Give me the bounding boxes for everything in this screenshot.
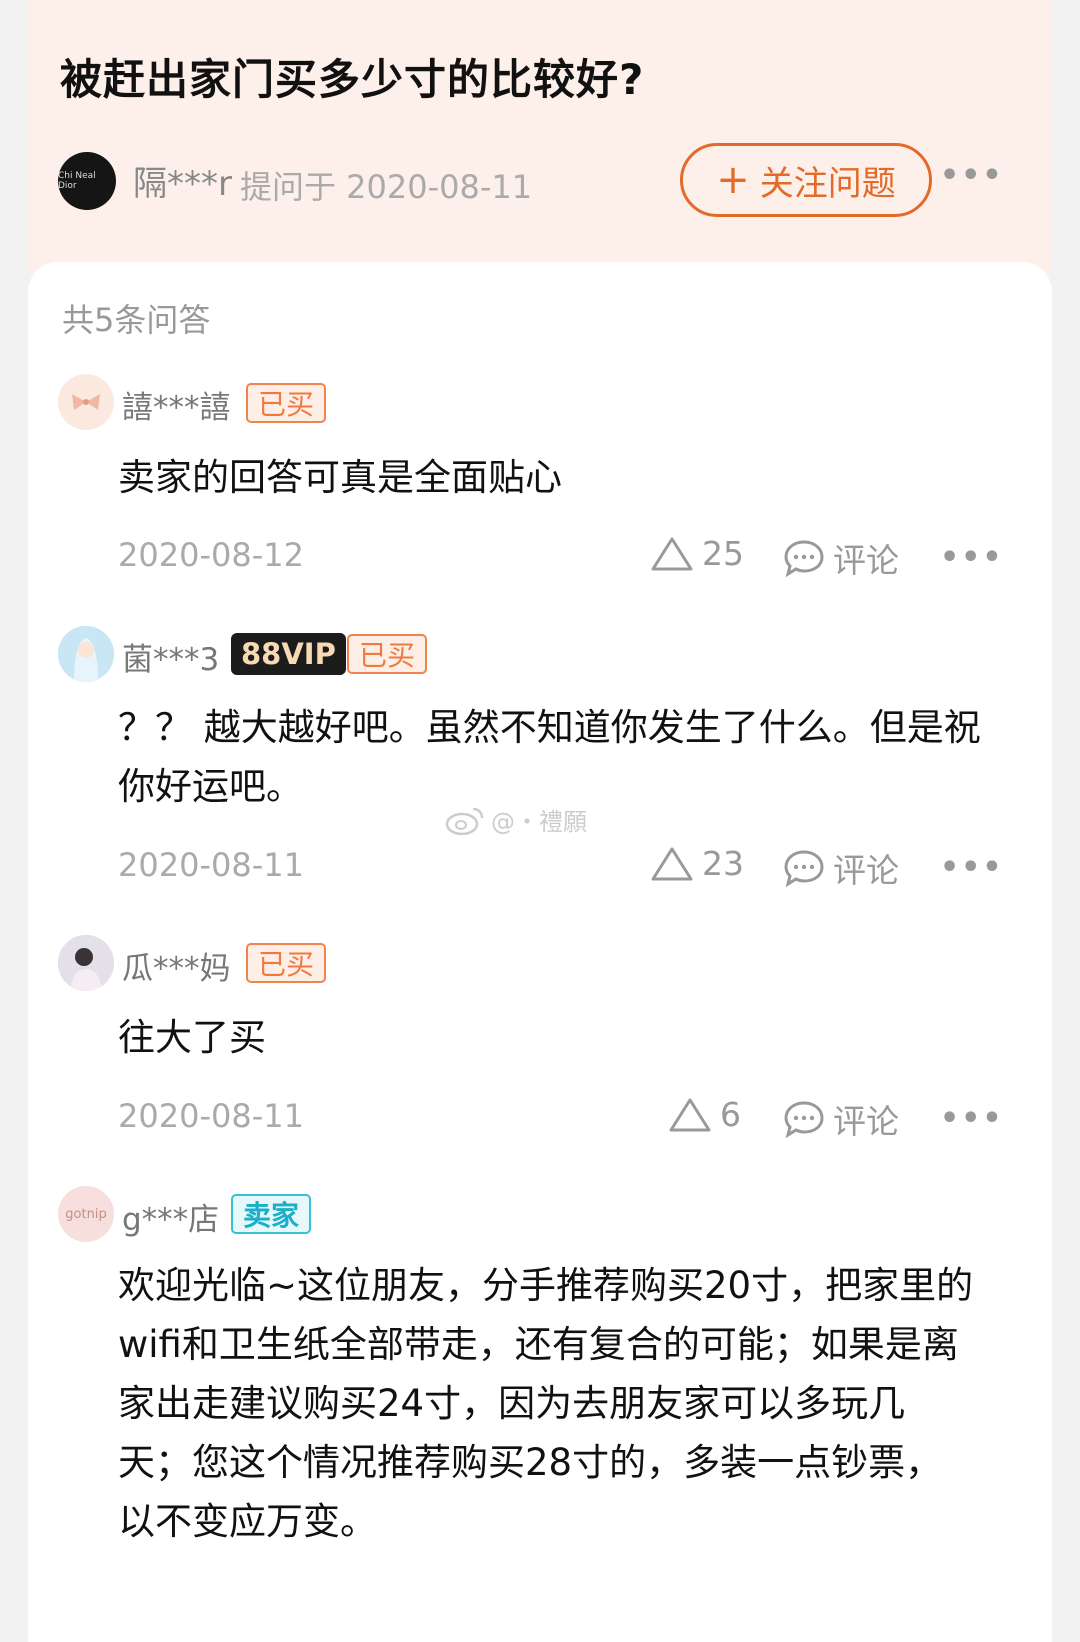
like-count: 23 xyxy=(702,844,744,883)
girl-photo-icon xyxy=(58,935,114,991)
like-count: 25 xyxy=(702,534,744,573)
answer-more-icon[interactable]: ••• xyxy=(940,540,1004,575)
comment-button[interactable]: 评论 xyxy=(783,1095,899,1143)
answer-date: 2020-08-11 xyxy=(118,846,304,884)
answer-date: 2020-08-12 xyxy=(118,536,304,574)
like-button[interactable]: 23 xyxy=(650,844,744,883)
bought-badge: 已买 xyxy=(347,634,428,674)
question-more-icon[interactable]: ••• xyxy=(940,158,1004,193)
follow-label: 关注问题 xyxy=(759,163,896,204)
question-title: 被赶出家门买多少寸的比较好? xyxy=(60,55,645,104)
answer-content: 往大了买 xyxy=(118,1016,266,1059)
comment-button[interactable]: 评论 xyxy=(783,844,899,892)
vip-badge: 88VIP xyxy=(231,633,346,675)
plus-icon: + xyxy=(716,157,750,203)
comment-icon xyxy=(784,540,824,578)
answer-content: 欢迎光临~这位朋友，分手推荐购买20寸，把家里的wifi和卫生纸全部带走，还有复… xyxy=(118,1264,974,1543)
avatar[interactable] xyxy=(58,626,114,682)
weibo-icon xyxy=(445,807,484,835)
seller-avatar[interactable]: gotnip xyxy=(58,1186,114,1242)
asker-name[interactable]: 隔***r xyxy=(133,156,232,205)
seller-avatar-text: gotnip xyxy=(65,1206,107,1222)
avatar[interactable] xyxy=(58,374,114,430)
triangle-up-icon xyxy=(651,537,693,570)
comment-button[interactable]: 评论 xyxy=(783,534,899,582)
asker-avatar[interactable]: Chi Neal Dior xyxy=(58,152,116,210)
like-button[interactable]: 6 xyxy=(668,1095,741,1134)
triangle-up-icon xyxy=(669,1098,711,1131)
seller-badge: 卖家 xyxy=(231,1194,312,1234)
comment-label: 评论 xyxy=(833,541,899,580)
comment-icon xyxy=(784,850,824,888)
anime-girl-icon xyxy=(58,626,114,682)
comment-label: 评论 xyxy=(833,1102,899,1141)
like-button[interactable]: 25 xyxy=(650,534,744,573)
answer-user-name[interactable]: 譆***譆 xyxy=(122,382,231,427)
bow-icon xyxy=(72,394,100,410)
avatar[interactable] xyxy=(58,935,114,991)
triangle-up-icon xyxy=(651,847,693,880)
answer-content: 卖家的回答可真是全面贴心 xyxy=(118,456,562,499)
watermark: @・禮願 xyxy=(445,802,587,837)
bought-badge: 已买 xyxy=(246,943,327,983)
qa-page: 被赶出家门买多少寸的比较好? Chi Neal Dior 隔***r 提问于 2… xyxy=(0,0,1080,1642)
answer-date: 2020-08-11 xyxy=(118,1097,304,1135)
answer-more-icon[interactable]: ••• xyxy=(940,1101,1004,1136)
like-count: 6 xyxy=(720,1095,741,1134)
answer-user-name[interactable]: 瓜***妈 xyxy=(122,943,231,988)
follow-question-button[interactable]: + 关注问题 xyxy=(680,143,932,217)
answer-user-name[interactable]: 菌***3 xyxy=(122,634,219,679)
comment-icon xyxy=(784,1101,824,1139)
comment-label: 评论 xyxy=(833,851,899,890)
watermark-text: @・禮願 xyxy=(491,808,587,836)
answer-count: 共5条问答 xyxy=(62,301,211,339)
answer-content: ？？ 越大越好吧。虽然不知道你发生了什么。但是祝你好运吧。 xyxy=(118,706,981,808)
answer-user-name[interactable]: g***店 xyxy=(122,1194,219,1239)
bought-badge: 已买 xyxy=(246,383,327,423)
answer-more-icon[interactable]: ••• xyxy=(940,850,1004,885)
asker-avatar-text: Chi Neal Dior xyxy=(58,171,96,191)
asker-date: 提问于 2020-08-11 xyxy=(240,168,533,206)
